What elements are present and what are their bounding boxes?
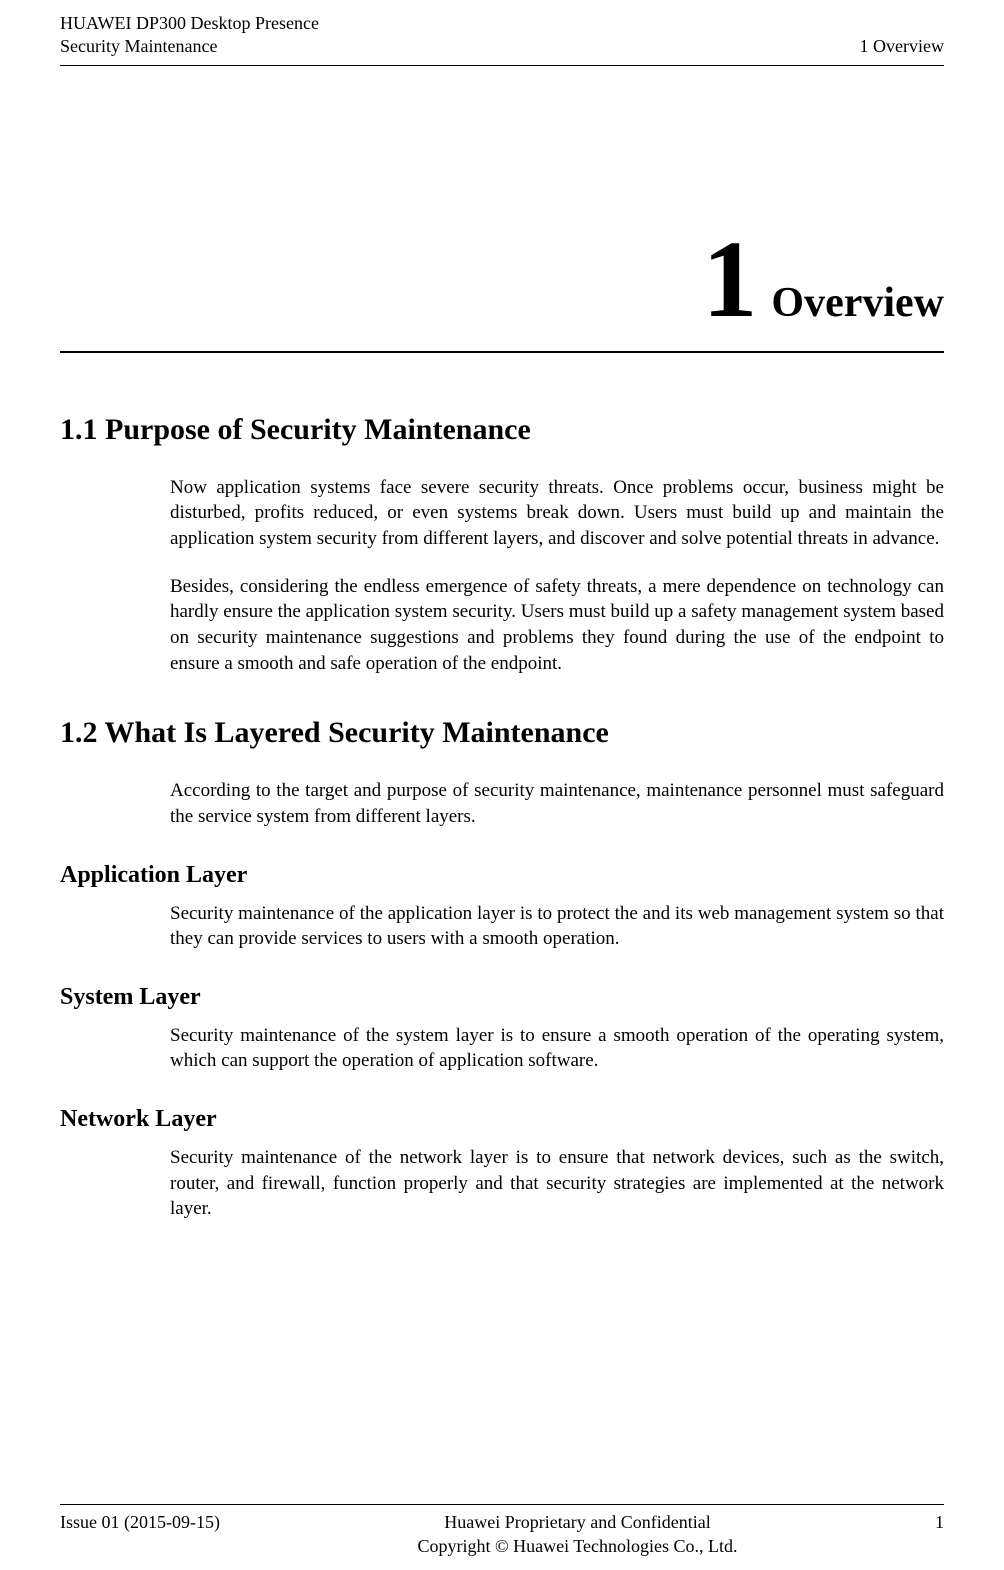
header-title-line1: HUAWEI DP300 Desktop Presence xyxy=(60,12,319,35)
section-1-paragraph-1: Now application systems face severe secu… xyxy=(170,475,944,552)
page-header: HUAWEI DP300 Desktop Presence Security M… xyxy=(0,0,1004,59)
subsection-system-layer-heading: System Layer xyxy=(60,984,944,1011)
footer-divider xyxy=(60,1504,944,1505)
header-right: 1 Overview xyxy=(860,12,944,59)
header-title-line2: Security Maintenance xyxy=(60,35,319,58)
section-1-heading: 1.1 Purpose of Security Maintenance xyxy=(60,413,944,447)
subsection-application-layer-text: Security maintenance of the application … xyxy=(170,901,944,952)
footer-issue: Issue 01 (2015-09-15) xyxy=(60,1511,220,1534)
subsection-system-layer-text: Security maintenance of the system layer… xyxy=(170,1023,944,1074)
content: 1.1 Purpose of Security Maintenance Now … xyxy=(0,353,1004,1222)
section-2-paragraph-1: According to the target and purpose of s… xyxy=(170,778,944,829)
subsection-network-layer-heading: Network Layer xyxy=(60,1106,944,1133)
header-section: 1 Overview xyxy=(860,35,944,58)
page-footer: Issue 01 (2015-09-15) Huawei Proprietary… xyxy=(60,1504,944,1558)
footer-page-number: 1 xyxy=(935,1511,944,1534)
subsection-application-layer-heading: Application Layer xyxy=(60,862,944,889)
footer-copyright: Copyright © Huawei Technologies Co., Ltd… xyxy=(220,1535,935,1558)
subsection-network-layer-text: Security maintenance of the network laye… xyxy=(170,1145,944,1222)
chapter-word: Overview xyxy=(771,280,944,326)
footer-proprietary: Huawei Proprietary and Confidential xyxy=(220,1511,935,1534)
footer-center: Huawei Proprietary and Confidential Copy… xyxy=(220,1511,935,1558)
chapter-number: 1 xyxy=(702,218,757,340)
section-1-paragraph-2: Besides, considering the endless emergen… xyxy=(170,574,944,677)
chapter-title: 1 Overview xyxy=(0,66,1004,343)
section-2-heading: 1.2 What Is Layered Security Maintenance xyxy=(60,716,944,750)
header-left: HUAWEI DP300 Desktop Presence Security M… xyxy=(60,12,319,59)
